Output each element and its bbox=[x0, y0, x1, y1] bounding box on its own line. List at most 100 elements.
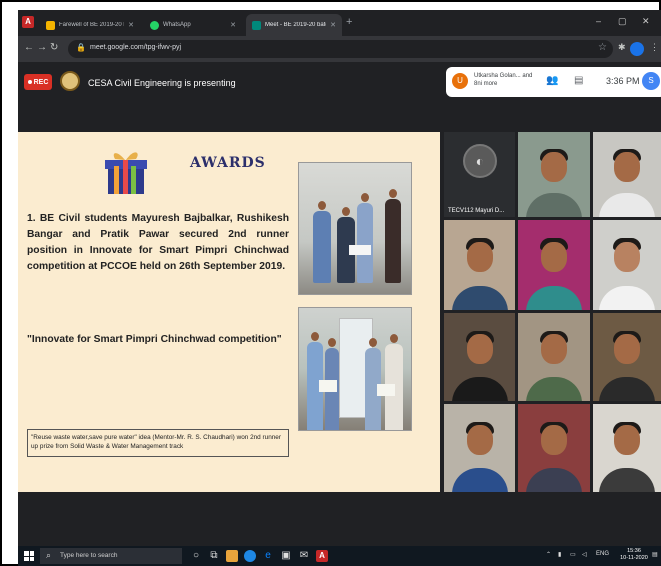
record-dot-icon bbox=[27, 80, 32, 84]
certificate bbox=[377, 384, 395, 396]
battery-icon[interactable]: ▭ bbox=[570, 551, 576, 558]
torso bbox=[451, 377, 508, 401]
url-text: meet.google.com/tpg-ifwv-pyj bbox=[90, 44, 182, 51]
close-window-icon[interactable]: ✕ bbox=[642, 16, 650, 27]
volume-icon[interactable]: ◁ bbox=[582, 551, 587, 558]
torso bbox=[451, 468, 508, 492]
network-icon[interactable]: ▮ bbox=[558, 551, 561, 558]
app-icon[interactable]: A bbox=[22, 16, 34, 28]
video-tile[interactable] bbox=[593, 132, 661, 217]
screen: A Farewell of BE 2019-20 batch -... ✕ Wh… bbox=[18, 10, 661, 566]
face bbox=[466, 334, 493, 365]
face bbox=[614, 241, 640, 272]
video-tile[interactable] bbox=[593, 404, 661, 492]
face bbox=[541, 334, 567, 365]
taskbar-search[interactable]: ⌕ Type here to search bbox=[40, 548, 182, 564]
address-bar: ← → ↻ 🔒 meet.google.com/tpg-ifwv-pyj ☆ ✱… bbox=[18, 36, 661, 62]
person-head bbox=[311, 332, 319, 341]
certificate bbox=[319, 380, 337, 392]
taskbar-clock[interactable]: 15:36 10-11-2020 bbox=[618, 548, 650, 562]
self-avatar[interactable]: S bbox=[642, 72, 660, 90]
tab-label: Farewell of BE 2019-20 batch -... bbox=[59, 22, 124, 28]
video-tile[interactable] bbox=[518, 313, 590, 401]
person-figure bbox=[357, 203, 373, 283]
award-photo-2 bbox=[298, 307, 412, 431]
close-icon[interactable]: ✕ bbox=[128, 21, 134, 29]
user-avatar-icon: ◐ bbox=[463, 144, 497, 178]
torso bbox=[526, 377, 582, 401]
browser-tab-bar: A Farewell of BE 2019-20 batch -... ✕ Wh… bbox=[18, 10, 661, 36]
participant-avatar[interactable]: U bbox=[452, 73, 468, 89]
rec-label: REC bbox=[33, 78, 49, 86]
windows-taskbar: ⌕ Type here to search ○ ⧉ e ▣ ✉ A ⌃ ▮ ▭ … bbox=[18, 546, 661, 566]
search-placeholder: Type here to search bbox=[60, 552, 118, 559]
cortana-icon[interactable]: ○ bbox=[190, 550, 202, 562]
torso bbox=[599, 377, 655, 401]
back-icon[interactable]: ← bbox=[24, 42, 34, 53]
mail-icon[interactable]: ✉ bbox=[298, 550, 310, 562]
url-field[interactable]: 🔒 meet.google.com/tpg-ifwv-pyj ☆ bbox=[68, 40, 613, 58]
bookmark-star-icon[interactable]: ☆ bbox=[598, 42, 607, 53]
slide-heading: AWARDS bbox=[190, 155, 266, 171]
explorer-icon[interactable] bbox=[226, 550, 238, 562]
tab-meet[interactable]: Meet - BE 2019-20 batch to... ✕ bbox=[246, 14, 342, 36]
gift-icon bbox=[105, 152, 147, 194]
participants-pill: U Utkarsha Golan... and 8ni more 👥 ▤ 3:3… bbox=[446, 67, 661, 97]
meet-icon bbox=[252, 20, 261, 30]
video-tile[interactable] bbox=[518, 220, 590, 310]
video-tile[interactable] bbox=[593, 313, 661, 401]
close-icon[interactable]: ✕ bbox=[330, 21, 336, 29]
profile-avatar[interactable] bbox=[630, 42, 644, 56]
tray-chevron-icon[interactable]: ⌃ bbox=[546, 551, 551, 558]
chat-icon[interactable]: ▤ bbox=[574, 75, 583, 86]
video-tile[interactable] bbox=[444, 220, 515, 310]
person-head bbox=[369, 338, 377, 347]
certificate bbox=[349, 245, 371, 255]
people-icon[interactable]: 👥 bbox=[546, 75, 558, 86]
video-tile[interactable] bbox=[444, 404, 515, 492]
meeting-time: 3:36 PM bbox=[606, 76, 640, 86]
close-icon[interactable]: ✕ bbox=[230, 21, 236, 29]
windows-start-icon[interactable] bbox=[24, 551, 34, 561]
menu-dots-icon[interactable]: ⋮ bbox=[650, 42, 659, 53]
minimize-icon[interactable]: – bbox=[596, 16, 601, 26]
clock-date: 10-11-2020 bbox=[620, 555, 648, 561]
tab-farewell[interactable]: Farewell of BE 2019-20 batch -... ✕ bbox=[40, 14, 140, 36]
person-head bbox=[389, 189, 397, 198]
video-tile[interactable] bbox=[593, 220, 661, 310]
tile-label: TECV112 Mayuri D... bbox=[448, 208, 505, 214]
task-view-icon[interactable]: ⧉ bbox=[208, 550, 220, 562]
new-tab-icon[interactable]: + bbox=[346, 16, 352, 28]
video-tile[interactable] bbox=[518, 404, 590, 492]
maximize-icon[interactable]: ▢ bbox=[618, 16, 627, 27]
torso bbox=[599, 468, 655, 492]
video-tile[interactable] bbox=[518, 132, 590, 217]
extensions-icon[interactable]: ✱ bbox=[618, 42, 626, 53]
store-icon[interactable]: ▣ bbox=[280, 550, 292, 562]
chrome-icon[interactable] bbox=[244, 550, 256, 562]
recording-badge: REC bbox=[24, 74, 52, 90]
notifications-icon[interactable]: ▤ bbox=[652, 551, 658, 558]
language-indicator[interactable]: ENG bbox=[596, 551, 609, 557]
tab-label: Meet - BE 2019-20 batch to... bbox=[265, 22, 326, 28]
idea-caption: "Reuse waste water,save pure water" idea… bbox=[27, 429, 289, 457]
presenter-avatar bbox=[60, 71, 80, 91]
edge-icon[interactable]: e bbox=[262, 550, 274, 562]
presentation-slide: AWARDS 1. BE Civil students Mayuresh Baj… bbox=[18, 132, 440, 492]
competition-quote: "Innovate for Smart Pimpri Chinchwad com… bbox=[27, 334, 282, 345]
torso bbox=[526, 286, 582, 310]
torso bbox=[451, 286, 508, 310]
video-tile-self[interactable]: ◐ TECV112 Mayuri D... bbox=[444, 132, 515, 217]
tab-whatsapp[interactable]: WhatsApp ✕ bbox=[144, 14, 242, 36]
meet-header: REC CESA Civil Engineering is presenting… bbox=[18, 62, 661, 106]
video-tile[interactable] bbox=[444, 313, 515, 401]
whatsapp-icon bbox=[150, 20, 159, 30]
award-item-text: 1. BE Civil students Mayuresh Bajbalkar,… bbox=[27, 213, 289, 272]
reload-icon[interactable]: ↻ bbox=[50, 42, 58, 53]
forward-icon[interactable]: → bbox=[37, 42, 47, 53]
app-a-icon[interactable]: A bbox=[316, 550, 328, 562]
face bbox=[614, 152, 640, 183]
person-head bbox=[318, 201, 326, 210]
award-photo-1 bbox=[298, 162, 412, 295]
participant-names[interactable]: Utkarsha Golan... and 8ni more bbox=[474, 72, 534, 88]
